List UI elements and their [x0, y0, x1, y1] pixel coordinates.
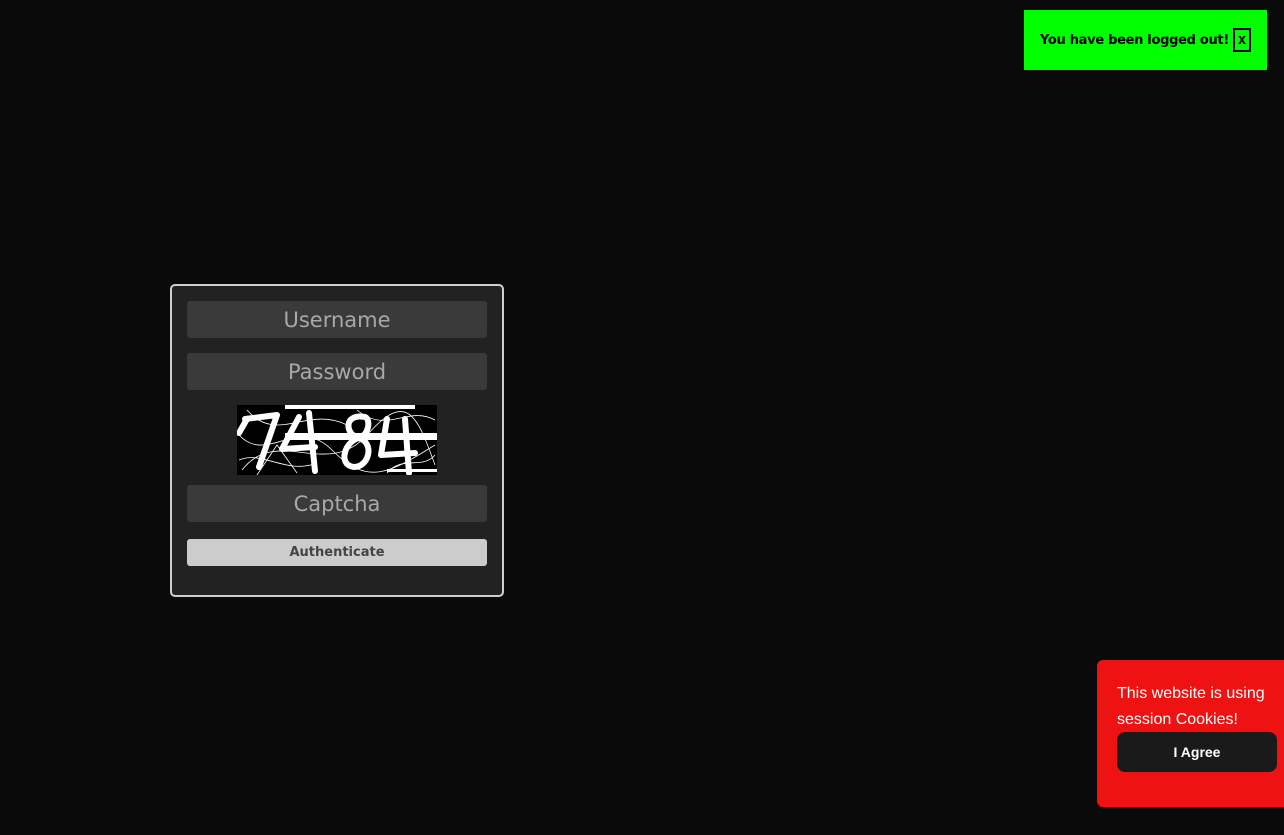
close-notification-button[interactable]: x	[1232, 28, 1251, 52]
notification-message: You have been logged out!	[1040, 32, 1229, 48]
cookie-message: This website is using session Cookies!	[1117, 685, 1265, 728]
username-input[interactable]	[187, 301, 487, 338]
agree-cookies-button[interactable]: I Agree	[1117, 732, 1277, 772]
cookie-consent-banner: This website is using session Cookies! I…	[1097, 660, 1284, 807]
logout-notification: You have been logged out! x	[1024, 10, 1267, 70]
captcha-input[interactable]	[187, 485, 487, 522]
captcha-image	[237, 405, 437, 475]
login-form: Authenticate	[170, 284, 504, 597]
password-input[interactable]	[187, 353, 487, 390]
authenticate-button[interactable]: Authenticate	[187, 539, 487, 566]
